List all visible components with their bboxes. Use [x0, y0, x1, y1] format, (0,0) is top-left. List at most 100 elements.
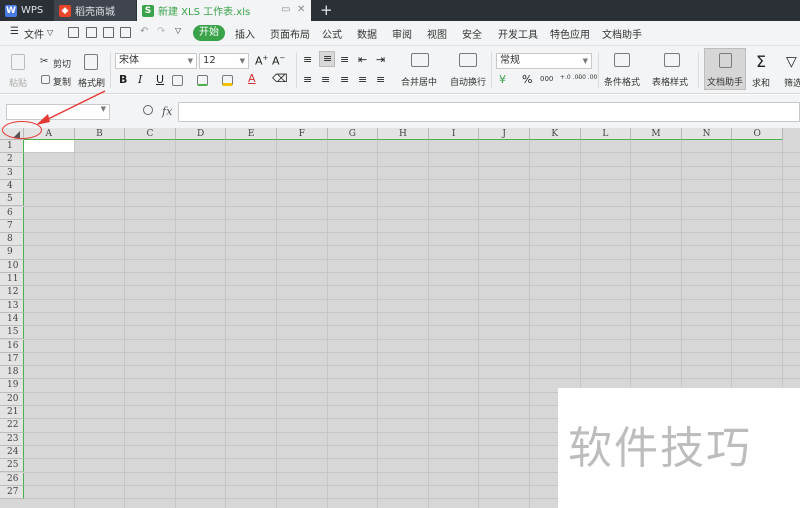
row-header-1[interactable]: 1 [0, 140, 24, 154]
menu-developer-tools[interactable]: 开发工具 [498, 26, 538, 41]
wrap-text-button[interactable]: 自动换行 [450, 75, 486, 88]
font-grow-icon[interactable]: A+ [255, 54, 268, 68]
row-header-22[interactable]: 22 [0, 419, 24, 433]
align-middle-icon[interactable]: ≡ [319, 51, 335, 67]
row-header-18[interactable]: 18 [0, 366, 24, 380]
format-painter-icon[interactable] [84, 54, 98, 70]
merge-center-button[interactable]: 合并居中 [401, 75, 437, 88]
row-header-17[interactable]: 17 [0, 352, 24, 367]
row-header-13[interactable]: 13 [0, 299, 24, 313]
column-header-n[interactable]: N [681, 128, 733, 140]
row-header-19[interactable]: 19 [0, 379, 24, 393]
column-header-c[interactable]: C [125, 128, 176, 140]
close-tab-icon[interactable]: ✕ [297, 4, 305, 15]
column-header-l[interactable]: L [580, 128, 632, 140]
row-header-25[interactable]: 25 [0, 459, 24, 473]
column-header-i[interactable]: I [428, 128, 480, 140]
justify-icon[interactable]: ≡ [358, 73, 367, 86]
print-icon[interactable] [103, 27, 114, 38]
menu-insert[interactable]: 插入 [235, 26, 255, 41]
export-pdf-icon[interactable] [86, 27, 97, 38]
menu-review[interactable]: 审阅 [392, 26, 412, 41]
underline-button[interactable]: U [156, 73, 164, 86]
merge-center-icon[interactable] [411, 53, 429, 67]
menu-file[interactable]: 文件 [24, 26, 44, 41]
column-header-k[interactable]: K [530, 128, 581, 140]
column-header-j[interactable]: J [479, 128, 530, 140]
conditional-format-icon[interactable] [614, 53, 630, 67]
quick-access-more-icon[interactable]: ▽ [175, 26, 181, 35]
align-left-icon[interactable]: ≡ [303, 73, 312, 86]
sum-button[interactable]: 求和 [752, 76, 770, 89]
indent-decrease-icon[interactable]: ⇤ [358, 53, 367, 66]
fill-pattern-icon[interactable] [197, 75, 208, 86]
bold-button[interactable]: B [119, 73, 127, 86]
row-header-7[interactable]: 7 [0, 219, 24, 234]
align-center-icon[interactable]: ≡ [321, 73, 330, 86]
percent-button[interactable]: % [522, 73, 532, 86]
formula-input[interactable] [178, 102, 800, 122]
row-header-5[interactable]: 5 [0, 193, 24, 207]
filter-icon[interactable]: ▽ [786, 54, 797, 70]
column-header-m[interactable]: M [631, 128, 682, 140]
row-header-9[interactable]: 9 [0, 246, 24, 260]
menu-doc-assistant[interactable]: 文档助手 [602, 26, 642, 41]
align-right-icon[interactable]: ≡ [340, 73, 349, 86]
filter-button[interactable]: 筛选 [784, 76, 800, 89]
decrease-decimal-button[interactable]: -.0 .00 [578, 74, 597, 81]
row-header-21[interactable]: 21 [0, 406, 24, 420]
pin-icon[interactable]: ▭ [281, 4, 290, 15]
column-header-e[interactable]: E [226, 128, 277, 140]
row-header-20[interactable]: 20 [0, 392, 24, 406]
menu-view[interactable]: 视图 [427, 26, 447, 41]
wrap-text-icon[interactable] [459, 53, 477, 67]
copy-button[interactable]: 复制 [53, 75, 71, 88]
row-header-8[interactable]: 8 [0, 233, 24, 247]
insert-function-button[interactable]: fx [162, 105, 172, 118]
number-format-select[interactable]: 常规 ▼ [496, 53, 592, 69]
print-preview-icon[interactable] [120, 27, 131, 38]
row-header-27[interactable]: 27 [0, 485, 24, 500]
row-header-6[interactable]: 6 [0, 206, 24, 220]
column-header-g[interactable]: G [327, 128, 379, 140]
active-cell-a1[interactable] [24, 140, 74, 153]
row-header-11[interactable]: 11 [0, 273, 24, 287]
row-header-10[interactable]: 10 [0, 259, 24, 273]
file-chevron-down-icon[interactable]: ▽ [47, 28, 53, 37]
align-bottom-icon[interactable]: ≡ [340, 53, 349, 66]
cut-button[interactable]: 剪切 [53, 57, 71, 70]
menu-start-tab[interactable]: 开始 [193, 25, 225, 41]
undo-icon[interactable]: ↶ [140, 26, 148, 37]
save-icon[interactable] [68, 27, 79, 38]
new-tab-plus-icon[interactable]: + [320, 1, 333, 19]
row-header-12[interactable]: 12 [0, 286, 24, 300]
hamburger-menu-icon[interactable]: ☰ [10, 26, 19, 37]
indent-increase-icon[interactable]: ⇥ [376, 53, 385, 66]
row-header-2[interactable]: 2 [0, 153, 24, 167]
column-header-o[interactable]: O [732, 128, 783, 140]
doc-assistant-button[interactable]: 文档助手 [704, 48, 746, 90]
menu-data[interactable]: 数据 [357, 26, 377, 41]
column-header-h[interactable]: H [378, 128, 429, 140]
menu-security[interactable]: 安全 [462, 26, 482, 41]
zoom-magnifier-icon[interactable] [143, 105, 153, 115]
align-top-icon[interactable]: ≡ [303, 53, 312, 66]
redo-icon[interactable]: ↷ [157, 26, 165, 37]
font-size-select[interactable]: 12 ▼ [199, 53, 249, 69]
row-header-3[interactable]: 3 [0, 166, 24, 180]
row-header-15[interactable]: 15 [0, 326, 24, 340]
font-color-icon[interactable]: A [248, 72, 256, 85]
paste-label[interactable]: 粘贴 [9, 76, 27, 89]
clear-format-icon[interactable]: ⌫ [272, 72, 288, 85]
column-header-f[interactable]: F [277, 128, 328, 140]
column-header-d[interactable]: D [175, 128, 227, 140]
table-style-button[interactable]: 表格样式 [652, 75, 688, 88]
tab-docer-shop[interactable]: ◆ 稻壳商城 [54, 0, 136, 21]
font-shrink-icon[interactable]: A− [272, 54, 285, 68]
row-header-24[interactable]: 24 [0, 445, 24, 460]
menu-special-apps[interactable]: 特色应用 [550, 26, 590, 41]
copy-icon[interactable] [41, 75, 50, 84]
distributed-align-icon[interactable]: ≡ [376, 73, 385, 86]
thousands-separator-button[interactable]: 000 [540, 75, 553, 83]
italic-button[interactable]: I [138, 73, 142, 86]
